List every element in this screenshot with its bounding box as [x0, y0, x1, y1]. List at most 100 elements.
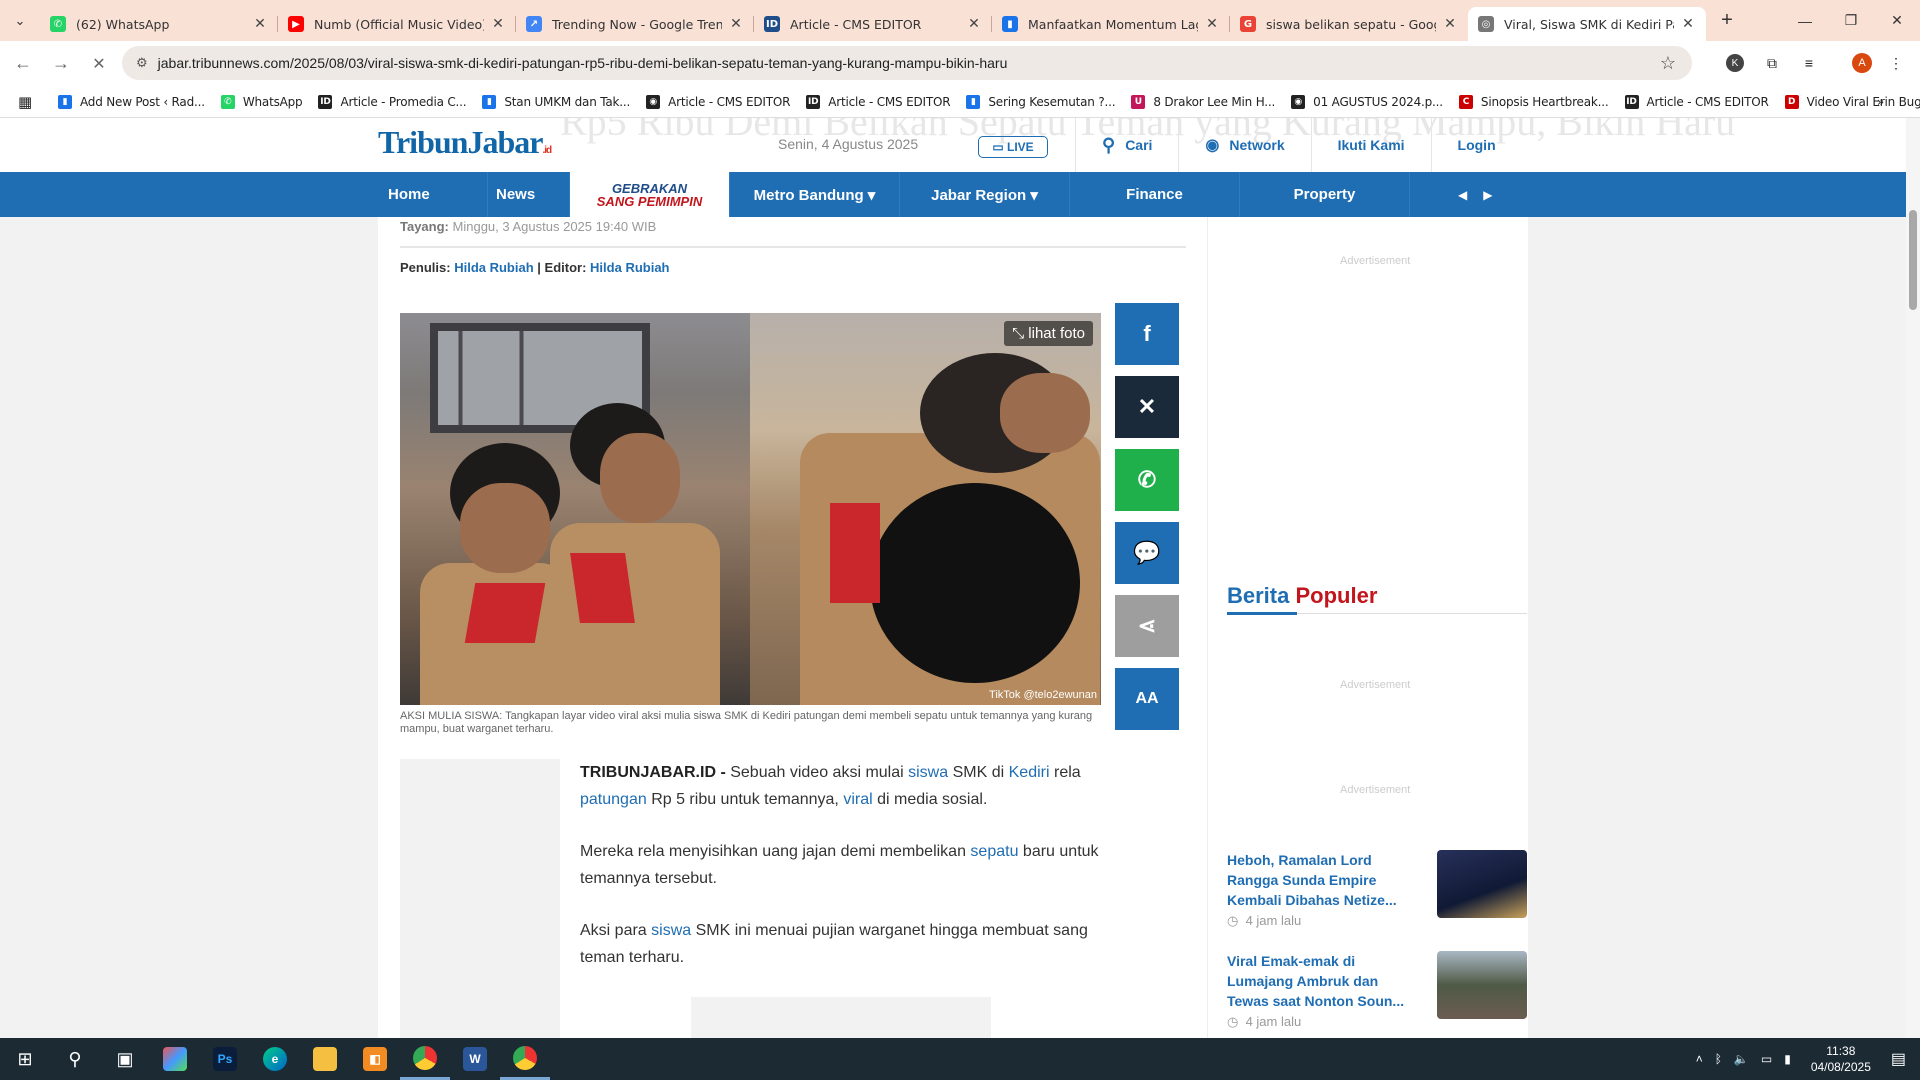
bookmark-item[interactable]: ▮ Add New Post ‹ Rad...: [57, 94, 205, 109]
bookmark-item[interactable]: ID Article - Promedia C...: [318, 94, 467, 109]
menu-kebab-icon[interactable]: ⋮: [1884, 51, 1908, 75]
editor-link[interactable]: Hilda Rubiah: [590, 260, 669, 275]
browser-tab[interactable]: ID Article - CMS EDITOR ✕: [754, 7, 992, 41]
nav-next-icon[interactable]: ▶: [1483, 188, 1492, 202]
tag-link[interactable]: viral: [843, 791, 872, 808]
nav-finance[interactable]: Finance: [1070, 172, 1240, 217]
forward-icon[interactable]: →: [46, 53, 76, 74]
media-controls-icon[interactable]: ≡: [1797, 51, 1821, 75]
edge-icon[interactable]: e: [250, 1038, 300, 1080]
nav-metro-bandung[interactable]: Metro Bandung ▾: [730, 172, 900, 217]
font-size-icon[interactable]: AA: [1115, 668, 1179, 730]
tag-link[interactable]: patungan: [580, 791, 647, 808]
browser-tab[interactable]: Gsiswa belikan sepatu - Google S ✕: [1230, 7, 1468, 41]
facebook-share-icon[interactable]: f: [1115, 303, 1179, 365]
tab-close-icon[interactable]: ✕: [728, 16, 744, 32]
tab-close-icon[interactable]: ✕: [966, 16, 982, 32]
tab-close-icon[interactable]: ✕: [1680, 16, 1696, 32]
apps-grid-icon[interactable]: ▦: [18, 93, 32, 111]
popular-item[interactable]: Heboh, Ramalan Lord Rangga Sunda Empire …: [1227, 850, 1527, 928]
author-link[interactable]: Hilda Rubiah: [454, 260, 533, 275]
article-photo[interactable]: ⤡ lihat foto TikTok @telo2ewunan: [400, 313, 1101, 705]
task-view-icon[interactable]: ▣: [100, 1038, 150, 1080]
chrome-icon[interactable]: [400, 1038, 450, 1080]
tab-search-icon[interactable]: ⌄: [0, 0, 40, 41]
x-share-icon[interactable]: ✕: [1115, 376, 1179, 438]
live-button[interactable]: ▭ LIVE: [978, 136, 1048, 158]
battery-icon[interactable]: ▮: [1784, 1052, 1791, 1066]
scrollbar-thumb[interactable]: [1909, 210, 1917, 310]
popular-item[interactable]: Viral Emak-emak di Lumajang Ambruk dan T…: [1227, 951, 1527, 1029]
browser-tab[interactable]: ▶ Numb (Official Music Video) [4K] ✕: [278, 7, 516, 41]
bluetooth-icon[interactable]: ᛒ: [1715, 1052, 1722, 1066]
tab-close-icon[interactable]: ✕: [1204, 16, 1220, 32]
stop-loading-icon[interactable]: ✕: [84, 54, 114, 74]
network-link[interactable]: ◉ Network: [1178, 118, 1310, 172]
comment-icon[interactable]: 💬: [1115, 522, 1179, 584]
tab-close-icon[interactable]: ✕: [252, 16, 268, 32]
tab-close-icon[interactable]: ✕: [1442, 16, 1458, 32]
system-clock[interactable]: 11:38 04/08/2025: [1811, 1043, 1871, 1075]
bookmark-item[interactable]: ▮ Sering Kesemutan ?...: [966, 94, 1116, 109]
follow-link[interactable]: Ikuti Kami: [1310, 118, 1431, 172]
nav-promo-banner[interactable]: GEBRAKAN SANG PEMIMPIN: [570, 172, 730, 217]
login-link[interactable]: Login: [1430, 118, 1522, 172]
more-bookmarks-icon[interactable]: »: [1877, 95, 1884, 109]
nav-home[interactable]: Home: [378, 172, 488, 217]
word-icon[interactable]: W: [450, 1038, 500, 1080]
bookmark-item[interactable]: ◉ Article - CMS EDITOR: [646, 94, 790, 109]
view-photo-button[interactable]: ⤡ lihat foto: [1004, 321, 1093, 346]
browser-tab[interactable]: ↗ Trending Now - Google Trends ✕: [516, 7, 754, 41]
volume-icon[interactable]: 🔈: [1734, 1052, 1749, 1066]
nav-property[interactable]: Property: [1240, 172, 1410, 217]
close-window-icon[interactable]: ✕: [1874, 0, 1920, 41]
nav-jabar-region[interactable]: Jabar Region ▾: [900, 172, 1070, 217]
tag-link[interactable]: siswa: [908, 764, 948, 781]
browser-tab[interactable]: ◎ Viral, Siswa SMK di Kediri Patun ✕: [1468, 7, 1706, 41]
tab-close-icon[interactable]: ✕: [490, 16, 506, 32]
chrome-profile-icon[interactable]: [500, 1038, 550, 1080]
tag-link[interactable]: sepatu: [970, 843, 1018, 860]
browser-tab[interactable]: ✆ (62) WhatsApp ✕: [40, 7, 278, 41]
profile-k-icon[interactable]: K: [1723, 51, 1747, 75]
whatsapp-share-icon[interactable]: ✆: [1115, 449, 1179, 511]
bookmark-star-icon[interactable]: ☆: [1660, 53, 1676, 74]
copilot-icon[interactable]: [150, 1038, 200, 1080]
bookmark-item[interactable]: D Video Viral Erin Bug...: [1784, 94, 1920, 109]
tag-link[interactable]: Kediri: [1009, 764, 1050, 781]
site-logo[interactable]: TribunJabar.id: [378, 124, 552, 161]
avatar[interactable]: A: [1850, 51, 1874, 75]
network-tray-icon[interactable]: ▭: [1761, 1052, 1772, 1066]
tag-link[interactable]: siswa: [651, 922, 691, 939]
notifications-icon[interactable]: ▤: [1891, 1049, 1906, 1069]
photoshop-icon[interactable]: Ps: [200, 1038, 250, 1080]
page-scrollbar[interactable]: [1906, 118, 1920, 1038]
bookmark-item[interactable]: ID Article - CMS EDITOR: [806, 94, 951, 109]
new-tab-button[interactable]: +: [1710, 9, 1744, 32]
url-text[interactable]: jabar.tribunnews.com/2025/08/03/viral-si…: [158, 55, 1008, 71]
back-icon[interactable]: ←: [8, 53, 38, 74]
search-icon[interactable]: ⚲: [50, 1038, 100, 1080]
popular-thumbnail[interactable]: [1437, 850, 1527, 918]
popular-thumbnail[interactable]: [1437, 951, 1527, 1019]
browser-tab[interactable]: ▮ Manfaatkan Momentum Laga Pe ✕: [992, 7, 1230, 41]
share-icon[interactable]: ⋖: [1115, 595, 1179, 657]
app-orange-icon[interactable]: ◧: [350, 1038, 400, 1080]
minimize-icon[interactable]: —: [1782, 0, 1828, 41]
bookmark-item[interactable]: ✆ WhatsApp: [220, 94, 303, 109]
nav-news[interactable]: News: [488, 172, 570, 217]
bookmark-item[interactable]: U 8 Drakor Lee Min H...: [1131, 94, 1275, 109]
file-explorer-icon[interactable]: [300, 1038, 350, 1080]
extensions-icon[interactable]: ⧉: [1760, 51, 1784, 75]
popular-title[interactable]: Viral Emak-emak di Lumajang Ambruk dan T…: [1227, 951, 1417, 1011]
site-info-icon[interactable]: ⚙: [136, 55, 148, 71]
bookmark-item[interactable]: ID Article - CMS EDITOR: [1624, 94, 1769, 109]
tray-chevron-icon[interactable]: ˄: [1696, 1052, 1703, 1066]
restore-icon[interactable]: ❐: [1828, 0, 1874, 41]
address-field[interactable]: ⚙ jabar.tribunnews.com/2025/08/03/viral-…: [122, 46, 1692, 80]
bookmark-item[interactable]: C Sinopsis Heartbreak...: [1458, 94, 1609, 109]
search-link[interactable]: ⚲ Cari: [1075, 118, 1178, 172]
nav-prev-icon[interactable]: ◀: [1458, 188, 1467, 202]
popular-title[interactable]: Heboh, Ramalan Lord Rangga Sunda Empire …: [1227, 850, 1417, 910]
start-icon[interactable]: ⊞: [0, 1038, 50, 1080]
